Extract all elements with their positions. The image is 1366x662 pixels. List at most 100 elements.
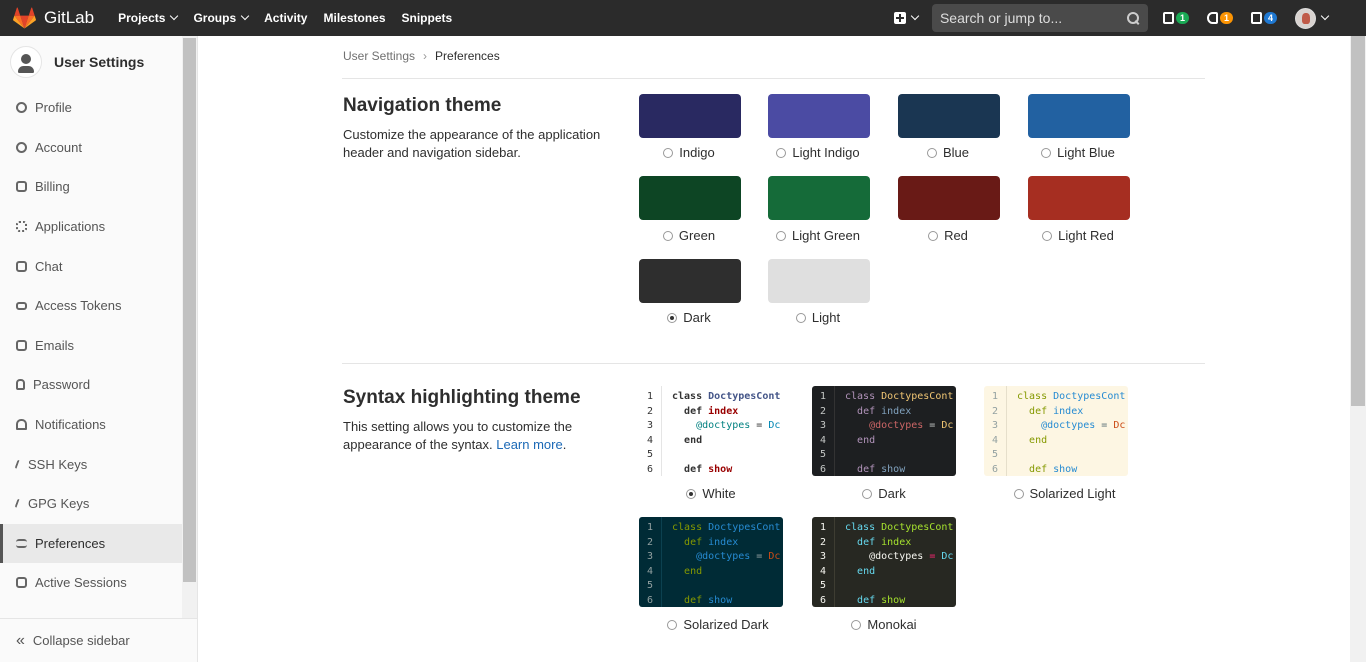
merge-request-icon bbox=[1206, 12, 1218, 24]
sidebar-item-chat[interactable]: Chat bbox=[0, 246, 182, 286]
sidebar-scrollbar-thumb[interactable] bbox=[183, 38, 196, 582]
syntax-preview-white[interactable]: 123456 class DoctypesCont def index @doc… bbox=[639, 386, 783, 476]
nav-groups[interactable]: Groups bbox=[193, 11, 250, 25]
theme-swatch-indigo[interactable] bbox=[639, 94, 741, 138]
theme-swatch-light-green[interactable] bbox=[768, 176, 870, 220]
theme-option-green[interactable]: Green bbox=[624, 228, 754, 243]
theme-option-light[interactable]: Light bbox=[753, 310, 883, 325]
syntax-preview-dark[interactable]: 123456 class DoctypesCont def index @doc… bbox=[812, 386, 956, 476]
divider bbox=[342, 363, 1205, 364]
syntax-option-monokai[interactable]: Monokai bbox=[819, 617, 949, 632]
theme-option-light-red[interactable]: Light Red bbox=[1013, 228, 1143, 243]
radio-button-selected[interactable] bbox=[686, 488, 697, 499]
syntax-preview-solarized-light[interactable]: 123456 class DoctypesCont def index @doc… bbox=[984, 386, 1128, 476]
theme-swatch-light-red[interactable] bbox=[1028, 176, 1130, 220]
nav-activity[interactable]: Activity bbox=[264, 11, 307, 25]
theme-swatch-red[interactable] bbox=[898, 176, 1000, 220]
sidebar-header[interactable]: User Settings bbox=[0, 36, 197, 88]
collapse-sidebar-label: Collapse sidebar bbox=[32, 633, 130, 648]
radio-button[interactable] bbox=[928, 230, 939, 241]
theme-label: Solarized Light bbox=[1029, 486, 1116, 501]
sidebar-item-emails[interactable]: Emails bbox=[0, 326, 182, 366]
gitlab-logo[interactable]: GitLab bbox=[13, 7, 94, 29]
sidebar-item-password[interactable]: Password bbox=[0, 365, 182, 405]
chevron-down-icon bbox=[170, 11, 179, 21]
syntax-preview-solarized-dark[interactable]: 123456 class DoctypesCont def index @doc… bbox=[639, 517, 783, 607]
radio-button[interactable] bbox=[1041, 147, 1052, 158]
radio-button[interactable] bbox=[1042, 230, 1053, 241]
breadcrumb: User Settings › Preferences bbox=[343, 49, 500, 63]
preferences-icon bbox=[16, 538, 27, 548]
theme-option-dark[interactable]: Dark bbox=[624, 310, 754, 325]
nav-milestones[interactable]: Milestones bbox=[323, 11, 385, 25]
radio-button[interactable] bbox=[851, 619, 862, 630]
sidebar-item-access-tokens[interactable]: Access Tokens bbox=[0, 286, 182, 326]
theme-swatch-blue[interactable] bbox=[898, 94, 1000, 138]
theme-option-light-blue[interactable]: Light Blue bbox=[1013, 145, 1143, 160]
sidebar-item-gpg-keys[interactable]: GPG Keys bbox=[0, 484, 182, 524]
theme-label: Light bbox=[811, 310, 841, 325]
nav-snippets[interactable]: Snippets bbox=[402, 11, 453, 25]
sidebar-item-preferences[interactable]: Preferences bbox=[0, 523, 182, 564]
theme-option-light-indigo[interactable]: Light Indigo bbox=[753, 145, 883, 160]
radio-button[interactable] bbox=[667, 619, 678, 630]
radio-button[interactable] bbox=[663, 147, 674, 158]
collapse-sidebar-button[interactable]: « Collapse sidebar bbox=[0, 618, 197, 662]
theme-swatch-green[interactable] bbox=[639, 176, 741, 220]
syntax-preview-monokai[interactable]: 123456 class DoctypesCont def index @doc… bbox=[812, 517, 956, 607]
syntax-option-dark[interactable]: Dark bbox=[819, 486, 949, 501]
line-numbers: 123456 bbox=[646, 522, 654, 606]
syntax-option-solarized-light[interactable]: Solarized Light bbox=[992, 486, 1137, 501]
key-icon bbox=[14, 498, 22, 509]
todo-check-icon bbox=[1250, 12, 1262, 24]
new-dropdown[interactable] bbox=[893, 11, 920, 24]
user-icon bbox=[10, 46, 42, 78]
theme-swatch-light[interactable] bbox=[768, 259, 870, 303]
lock-icon bbox=[16, 379, 25, 391]
issues-counter[interactable]: 1 bbox=[1162, 12, 1189, 24]
issues-icon bbox=[1162, 12, 1174, 24]
radio-button[interactable] bbox=[926, 147, 937, 158]
search-input[interactable] bbox=[939, 10, 1126, 26]
breadcrumb-parent[interactable]: User Settings bbox=[343, 49, 415, 63]
breadcrumb-current[interactable]: Preferences bbox=[435, 49, 500, 63]
theme-option-red[interactable]: Red bbox=[883, 228, 1013, 243]
radio-button[interactable] bbox=[862, 488, 873, 499]
nav-groups-label: Groups bbox=[193, 11, 237, 25]
nav-snippets-label: Snippets bbox=[401, 11, 453, 25]
theme-swatch-light-blue[interactable] bbox=[1028, 94, 1130, 138]
radio-button[interactable] bbox=[1013, 488, 1024, 499]
learn-more-link[interactable]: Learn more bbox=[496, 437, 562, 452]
syntax-option-white[interactable]: White bbox=[646, 486, 776, 501]
sidebar-item-profile[interactable]: Profile bbox=[0, 88, 182, 128]
search-icon[interactable] bbox=[1126, 11, 1140, 25]
todos-counter[interactable]: 4 bbox=[1250, 12, 1277, 24]
syntax-option-solarized-dark[interactable]: Solarized Dark bbox=[639, 617, 797, 632]
theme-label: Light Green bbox=[792, 228, 860, 243]
merge-requests-counter[interactable]: 1 bbox=[1206, 12, 1233, 24]
theme-option-blue[interactable]: Blue bbox=[883, 145, 1013, 160]
theme-option-light-green[interactable]: Light Green bbox=[753, 228, 883, 243]
radio-button[interactable] bbox=[776, 230, 787, 241]
theme-swatch-light-indigo[interactable] bbox=[768, 94, 870, 138]
sidebar-item-applications[interactable]: Applications bbox=[0, 207, 182, 247]
sidebar-item-label: Account bbox=[35, 139, 82, 155]
sidebar-item-notifications[interactable]: Notifications bbox=[0, 405, 182, 445]
sidebar-item-ssh-keys[interactable]: SSH Keys bbox=[0, 444, 182, 484]
sidebar-item-active-sessions[interactable]: Active Sessions bbox=[0, 563, 182, 603]
code-sample: class DoctypesCont def index @doctypes =… bbox=[1006, 386, 1128, 476]
radio-button[interactable] bbox=[776, 147, 787, 158]
user-menu[interactable] bbox=[1295, 7, 1330, 29]
sidebar-title: User Settings bbox=[54, 54, 145, 70]
theme-swatch-dark[interactable] bbox=[639, 259, 741, 303]
sidebar-item-account[interactable]: Account bbox=[0, 128, 182, 168]
theme-label: Light Red bbox=[1058, 228, 1114, 243]
radio-button[interactable] bbox=[795, 312, 806, 323]
radio-button[interactable] bbox=[662, 230, 673, 241]
page-scrollbar-thumb[interactable] bbox=[1351, 36, 1365, 406]
nav-projects[interactable]: Projects bbox=[118, 11, 179, 25]
radio-button-selected[interactable] bbox=[667, 312, 678, 323]
sidebar-item-billing[interactable]: Billing bbox=[0, 167, 182, 207]
issues-badge: 1 bbox=[1175, 12, 1189, 24]
theme-option-indigo[interactable]: Indigo bbox=[624, 145, 754, 160]
